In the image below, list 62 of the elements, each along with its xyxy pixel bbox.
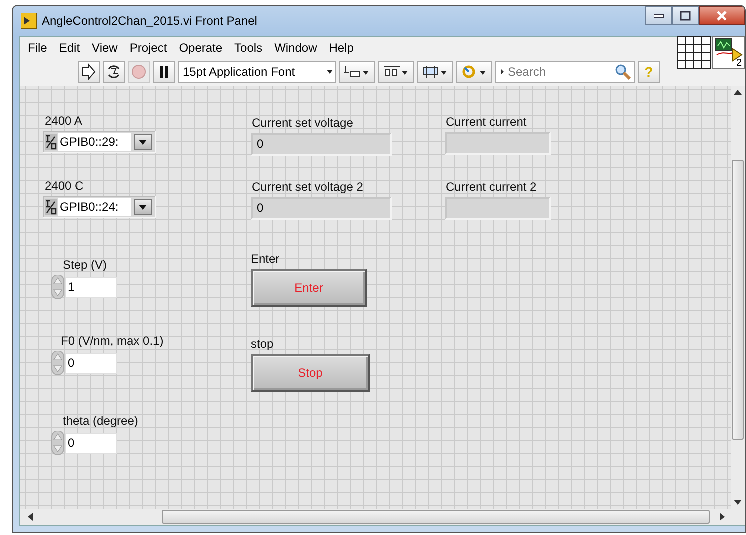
maximize-icon <box>680 10 691 20</box>
vi-icon: 2 <box>712 36 745 69</box>
scroll-up-icon[interactable] <box>734 90 742 95</box>
menu-item[interactable]: Edit <box>53 40 86 54</box>
menu-item[interactable]: Tools <box>228 40 269 54</box>
numeric-field[interactable]: 1 <box>65 276 117 298</box>
visa-icon <box>45 199 57 215</box>
maximize-button[interactable] <box>672 6 699 25</box>
search-icon[interactable] <box>615 64 631 80</box>
numeric-field[interactable]: 0 <box>65 352 117 374</box>
run-continuously-button[interactable] <box>103 61 125 83</box>
search-field[interactable]: Search <box>495 61 635 83</box>
horizontal-scrollbar[interactable] <box>20 509 745 525</box>
reorder-icon <box>461 65 487 79</box>
connector-pane-icon <box>677 36 711 69</box>
resource-dropdown[interactable]: GPIB0::29: <box>43 131 156 153</box>
numeric-indicator: 0 <box>251 197 392 220</box>
resource-dropdown[interactable]: GPIB0::24: <box>43 196 156 218</box>
align-icon <box>344 65 370 79</box>
caret-icon <box>323 64 335 80</box>
stop-icon <box>130 63 148 81</box>
reorder-dropdown[interactable] <box>456 61 492 83</box>
align-dropdown[interactable] <box>339 61 375 83</box>
close-icon <box>716 10 728 20</box>
scroll-down-icon[interactable] <box>734 500 742 505</box>
scroll-left-icon[interactable] <box>28 513 33 521</box>
minimize-icon <box>654 14 664 18</box>
menu-item[interactable]: View <box>86 40 124 54</box>
control-label: Step (V) <box>63 258 108 272</box>
menu-item[interactable]: Project <box>124 40 174 54</box>
control-label: Enter <box>251 252 281 266</box>
close-button[interactable] <box>699 6 745 25</box>
run-arrow-icon <box>80 63 98 81</box>
resize-icon <box>422 65 448 79</box>
control-label: Current set voltage 2 <box>252 180 364 194</box>
visa-icon <box>45 134 57 150</box>
control-label: Current current <box>446 115 528 129</box>
menu-item[interactable]: Window <box>268 40 324 54</box>
numeric-indicator: 0 <box>251 133 392 156</box>
menu-item[interactable]: Help <box>323 40 360 54</box>
app-icon <box>21 13 37 29</box>
run-arrow-button[interactable] <box>78 61 100 83</box>
control-label: 2400 C <box>45 179 85 193</box>
window-title: AngleControl2Chan_2015.vi Front Panel <box>42 14 258 28</box>
minimize-button[interactable] <box>645 6 672 25</box>
control-label: F0 (V/nm, max 0.1) <box>61 334 164 348</box>
font-dropdown[interactable]: 15pt Application Font <box>178 61 336 83</box>
control-label: stop <box>251 337 275 351</box>
menu-item[interactable]: File <box>22 40 54 54</box>
expand-arrow-icon[interactable] <box>499 67 505 77</box>
control-label: Current set voltage <box>252 116 354 130</box>
scroll-right-icon[interactable] <box>720 513 725 521</box>
vertical-scrollbar[interactable] <box>731 86 745 509</box>
control-label: theta (degree) <box>63 414 138 428</box>
control-label: Current current 2 <box>446 180 538 194</box>
pause-button[interactable] <box>153 61 175 83</box>
resize-dropdown[interactable] <box>417 61 453 83</box>
distribute-icon <box>383 65 409 79</box>
control-label: 2400 A <box>45 114 84 128</box>
menu-item[interactable]: Operate <box>173 40 229 54</box>
numeric-field[interactable]: 0 <box>65 432 117 454</box>
distribute-dropdown[interactable] <box>378 61 414 83</box>
